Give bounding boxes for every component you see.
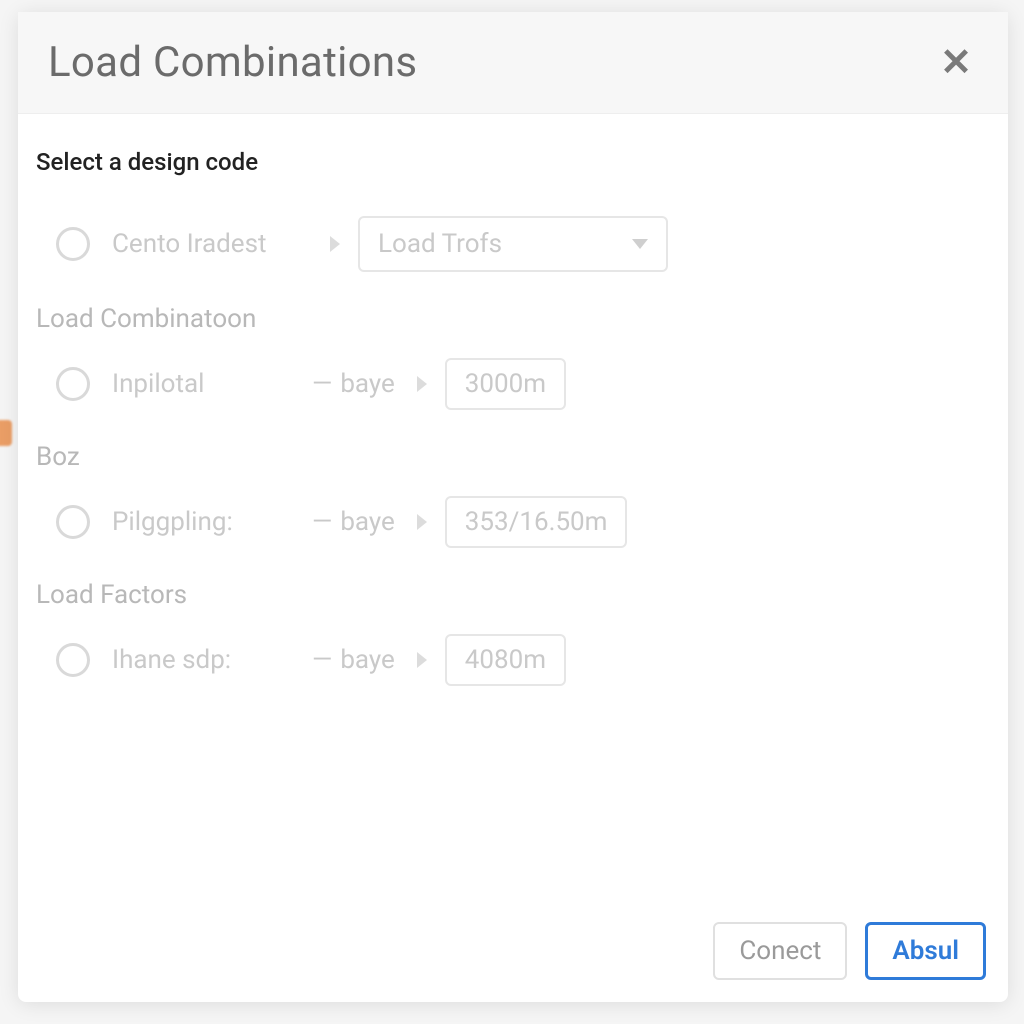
select-design-code-label: Select a design code [36, 148, 990, 176]
design-code-row: Cento Iradest Load Trofs [36, 216, 990, 272]
load-combination-mid: baye [340, 369, 394, 399]
chevron-down-icon [632, 239, 648, 249]
load-factors-label: Ihane sdp: [112, 645, 312, 675]
modal-title: Load Combinations [48, 38, 417, 87]
load-factors-mid: baye [340, 645, 394, 675]
section-heading-load-combination: Load Combinatoon [36, 304, 990, 334]
dash-icon: — [312, 369, 330, 399]
connect-button[interactable]: Conect [713, 922, 847, 980]
load-combination-row: Inpilotal — baye 3000m [36, 358, 990, 410]
modal-body: Select a design code Cento Iradest Load … [18, 114, 1008, 1002]
load-factors-radio[interactable] [56, 643, 90, 677]
chevron-right-icon [417, 514, 427, 530]
boz-mid: baye [340, 507, 394, 537]
load-factors-row: Ihane sdp: — baye 4080m [36, 634, 990, 686]
close-icon[interactable]: ✕ [940, 44, 972, 82]
dash-icon: — [312, 507, 330, 537]
chevron-right-icon [417, 652, 427, 668]
design-code-radio[interactable] [56, 227, 90, 261]
chevron-right-icon [417, 376, 427, 392]
boz-value-input[interactable]: 353/16.50m [445, 496, 628, 548]
load-combinations-modal: Load Combinations ✕ Select a design code… [18, 12, 1008, 1002]
modal-header: Load Combinations ✕ [18, 12, 1008, 114]
boz-label: Pilggpling: [112, 507, 312, 537]
section-heading-load-factors: Load Factors [36, 580, 990, 610]
section-heading-boz: Boz [36, 442, 990, 472]
load-combination-label: Inpilotal [112, 369, 312, 399]
design-code-dropdown-value: Load Trofs [378, 229, 502, 259]
load-combination-radio[interactable] [56, 367, 90, 401]
boz-row: Pilggpling: — baye 353/16.50m [36, 496, 990, 548]
load-combination-value-input[interactable]: 3000m [445, 358, 566, 410]
background-artifact [0, 420, 12, 446]
chevron-right-icon [330, 236, 340, 252]
load-factors-value-input[interactable]: 4080m [445, 634, 566, 686]
dash-icon: — [312, 645, 330, 675]
modal-footer: Conect Absul [713, 922, 986, 980]
design-code-option-label: Cento Iradest [112, 229, 312, 259]
boz-radio[interactable] [56, 505, 90, 539]
design-code-dropdown[interactable]: Load Trofs [358, 216, 668, 272]
absul-button[interactable]: Absul [865, 922, 986, 980]
